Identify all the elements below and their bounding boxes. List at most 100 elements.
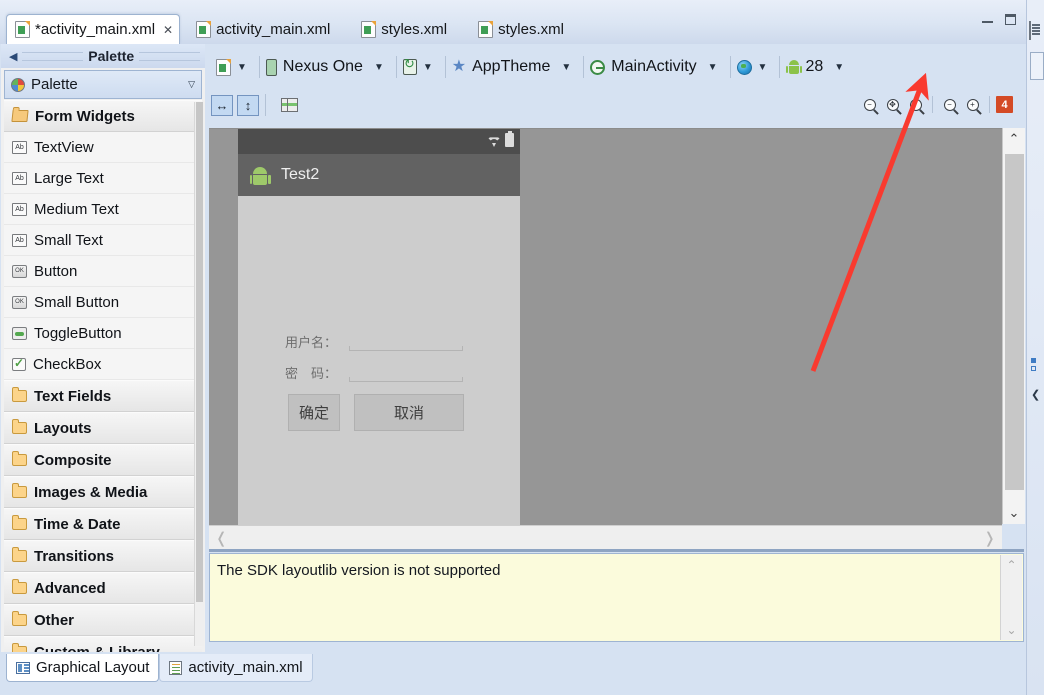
- folder-icon: [12, 483, 27, 498]
- battery-icon: [505, 131, 514, 147]
- locale-selector[interactable]: ▼: [734, 52, 777, 82]
- config-file-selector[interactable]: ▼: [213, 52, 256, 82]
- zoom-out-icon[interactable]: −: [859, 94, 880, 115]
- palette-selector-label: Palette: [31, 76, 78, 93]
- zoom-plus-icon[interactable]: +: [962, 94, 983, 115]
- confirm-button[interactable]: 确定: [288, 394, 340, 431]
- canvas-horizontal-scrollbar[interactable]: ❬ ❭: [209, 525, 1002, 549]
- palette-item-medium-text[interactable]: Ab Medium Text: [4, 194, 202, 225]
- zoom-minus-icon[interactable]: −: [939, 94, 960, 115]
- checkbox-icon: [12, 356, 26, 371]
- app-title: Test2: [281, 166, 320, 183]
- xml-file-icon: [478, 21, 494, 38]
- palette-item-button[interactable]: OK Button: [4, 256, 202, 287]
- palette-item-small-button[interactable]: OK Small Button: [4, 287, 202, 318]
- chevron-down-icon[interactable]: ▼: [702, 62, 724, 73]
- palette-group-composite[interactable]: Composite: [4, 444, 202, 476]
- palette-item-togglebutton[interactable]: ToggleButton: [4, 318, 202, 349]
- editor-tab-activity-main[interactable]: activity_main.xml: [188, 15, 339, 44]
- orientation-selector[interactable]: ▼: [400, 52, 442, 82]
- editor-tab-label: activity_main.xml: [216, 21, 331, 38]
- password-input[interactable]: [349, 363, 463, 382]
- palette-selector[interactable]: Palette ▽: [4, 70, 202, 99]
- palette-item-label: Layouts: [34, 419, 92, 437]
- outline-icon[interactable]: [1029, 21, 1031, 40]
- canvas-vertical-scrollbar[interactable]: ⌃ ⌄: [1002, 128, 1025, 524]
- android-robot-icon: [785, 59, 802, 75]
- editor-tab-styles-1[interactable]: styles.xml: [353, 15, 456, 44]
- tab-graphical-layout[interactable]: Graphical Layout: [6, 654, 160, 682]
- panel-divider[interactable]: [209, 549, 1024, 552]
- palette-scrollbar[interactable]: [194, 102, 204, 646]
- api-level-selector[interactable]: 28 ▼: [783, 52, 853, 82]
- chevron-left-icon[interactable]: ◀: [9, 50, 17, 63]
- fit-vertical-button[interactable]: ↕: [237, 94, 259, 116]
- folder-icon: [12, 451, 27, 466]
- scroll-left-icon[interactable]: ❬: [215, 529, 228, 547]
- chevron-left-icon[interactable]: ❮: [1031, 388, 1040, 401]
- editor-tab-activity-main-modified[interactable]: *activity_main.xml ✕: [6, 14, 181, 44]
- palette-item-label: Medium Text: [34, 200, 119, 218]
- scroll-up-icon[interactable]: ⌃: [1003, 128, 1025, 150]
- palette-group-text-fields[interactable]: Text Fields: [4, 380, 202, 412]
- chevron-down-icon[interactable]: ▼: [555, 62, 577, 73]
- palette-item-label: Form Widgets: [35, 107, 135, 125]
- folder-icon: [12, 547, 27, 562]
- username-input[interactable]: [349, 332, 463, 351]
- close-icon[interactable]: ✕: [163, 24, 173, 36]
- chevron-down-icon[interactable]: ▼: [417, 62, 439, 73]
- palette-group-advanced[interactable]: Advanced: [4, 572, 202, 604]
- palette-item-textview[interactable]: Ab TextView: [4, 132, 202, 163]
- cancel-button[interactable]: 取消: [354, 394, 464, 431]
- palette-item-checkbox[interactable]: CheckBox: [4, 349, 202, 380]
- editor-mode-tabs: Graphical Layout activity_main.xml: [6, 654, 313, 682]
- folder-icon: [12, 515, 27, 530]
- tab-xml-source[interactable]: activity_main.xml: [159, 654, 313, 682]
- palette-scrollbar-thumb[interactable]: [196, 102, 203, 603]
- star-icon: ★: [451, 58, 467, 75]
- editor-tab-label: styles.xml: [381, 21, 448, 38]
- palette-group-form-widgets[interactable]: Form Widgets: [4, 100, 202, 132]
- device-selector[interactable]: Nexus One ▼: [263, 52, 393, 82]
- palette-group-transitions[interactable]: Transitions: [4, 540, 202, 572]
- design-canvas[interactable]: Test2 用户名： 密 码： 确定 取消: [209, 128, 1002, 525]
- chevron-down-icon[interactable]: ▽: [188, 79, 195, 90]
- canvas-vertical-scrollbar-thumb[interactable]: [1005, 154, 1024, 490]
- palette-group-images-media[interactable]: Images & Media: [4, 476, 202, 508]
- scroll-up-icon[interactable]: ⌃: [1001, 555, 1022, 575]
- editor-tab-styles-2[interactable]: styles.xml: [470, 15, 573, 44]
- palette-group-other[interactable]: Other: [4, 604, 202, 636]
- palette-group-time-date[interactable]: Time & Date: [4, 508, 202, 540]
- theme-selector[interactable]: ★ AppTheme ▼: [449, 52, 581, 82]
- chevron-down-icon[interactable]: ▼: [231, 62, 253, 73]
- structure-icon[interactable]: [281, 98, 298, 112]
- toolbar-separator: [932, 96, 933, 113]
- device-label: Nexus One: [282, 58, 363, 75]
- chevron-down-icon[interactable]: ▼: [828, 62, 850, 73]
- error-panel-scrollbar[interactable]: ⌃ ⌄: [1000, 555, 1022, 640]
- fit-horizontal-button[interactable]: ↔: [211, 94, 233, 116]
- scroll-right-icon[interactable]: ❭: [983, 529, 996, 547]
- zoom-actual-icon[interactable]: [905, 94, 926, 115]
- scroll-down-icon[interactable]: ⌄: [1003, 502, 1025, 524]
- editor-mode-tab-bar: Graphical Layout activity_main.xml https…: [0, 652, 1026, 695]
- minimize-icon[interactable]: [982, 14, 993, 25]
- palette-item-large-text[interactable]: Ab Large Text: [4, 163, 202, 194]
- username-row: 用户名：: [238, 332, 520, 351]
- render-warning-badge[interactable]: 4: [996, 96, 1013, 113]
- palette-item-label: Small Button: [34, 293, 120, 311]
- right-sidebar: ❮: [1026, 0, 1044, 695]
- palette-group-layouts[interactable]: Layouts: [4, 412, 202, 444]
- palette-item-small-text[interactable]: Ab Small Text: [4, 225, 202, 256]
- scroll-down-icon[interactable]: ⌄: [1001, 620, 1022, 640]
- device-preview[interactable]: Test2 用户名： 密 码： 确定 取消: [238, 129, 520, 525]
- chevron-down-icon[interactable]: ▼: [752, 62, 774, 73]
- render-error-message: The SDK layoutlib version is not support…: [217, 562, 501, 579]
- toolbar-separator: [265, 94, 266, 116]
- maximize-icon[interactable]: [1005, 14, 1016, 25]
- chevron-down-icon[interactable]: ▼: [368, 62, 390, 73]
- activity-selector[interactable]: MainActivity ▼: [587, 52, 726, 82]
- password-row: 密 码：: [238, 363, 520, 382]
- android-robot-icon: [249, 165, 271, 186]
- zoom-fit-icon[interactable]: ✥: [882, 94, 903, 115]
